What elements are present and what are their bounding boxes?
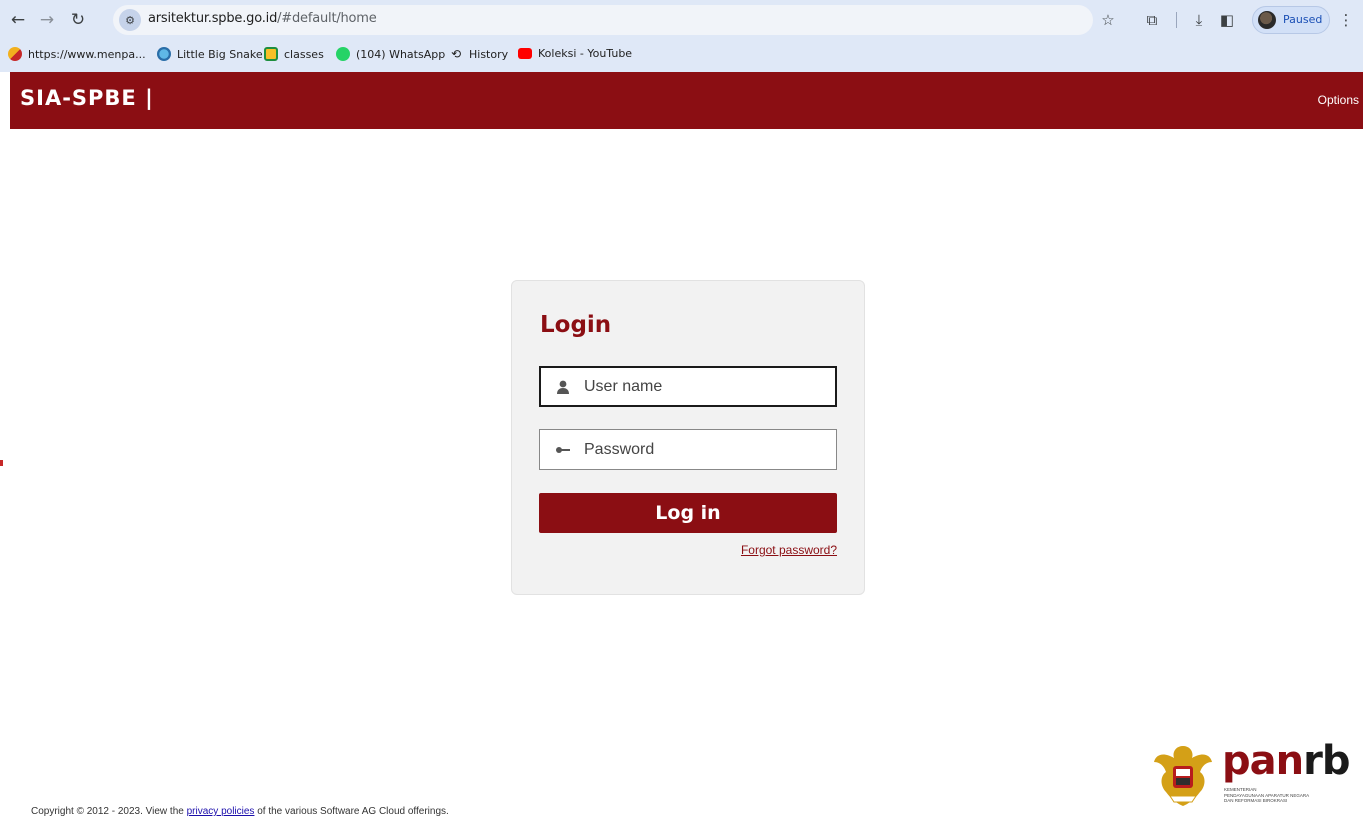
url-text[interactable]: arsitektur.spbe.go.id/#default/home bbox=[148, 11, 377, 26]
forgot-password-link[interactable]: Forgot password? bbox=[741, 543, 837, 557]
key-icon bbox=[556, 447, 570, 453]
footer-suffix: of the various Software AG Cloud offerin… bbox=[254, 806, 449, 817]
profile-status: Paused bbox=[1283, 13, 1323, 26]
login-title: Login bbox=[540, 312, 612, 338]
footer-prefix: Copyright © 2012 - 2023. View the bbox=[31, 806, 187, 817]
reload-icon[interactable]: ↻ bbox=[66, 8, 90, 32]
panrb-subtitle: KEMENTERIAN PENDAYAGUNAAN APARATUR NEGAR… bbox=[1224, 787, 1344, 804]
user-icon bbox=[557, 380, 569, 394]
bookmark-label: Koleksi - YouTube bbox=[538, 47, 633, 60]
username-field[interactable] bbox=[539, 366, 837, 407]
login-button[interactable]: Log in bbox=[539, 493, 837, 533]
site-info-icon[interactable]: ⚙ bbox=[119, 9, 141, 31]
extensions-icon[interactable]: ⧉ bbox=[1141, 9, 1163, 31]
bookmark-item[interactable]: classes bbox=[264, 47, 324, 61]
classroom-favicon-icon bbox=[264, 47, 278, 61]
snake-favicon-icon bbox=[157, 47, 171, 61]
download-icon[interactable]: ⤓ bbox=[1188, 9, 1210, 31]
bookmark-label: History bbox=[469, 47, 509, 61]
bookmarks-bar: https://www.menpa... Little Big Snake cl… bbox=[0, 41, 1363, 71]
more-menu-icon[interactable]: ⋮ bbox=[1335, 9, 1357, 31]
panrb-wordmark: panrb bbox=[1222, 738, 1350, 784]
bookmark-item[interactable]: Little Big Snake bbox=[157, 47, 263, 61]
options-menu[interactable]: Options bbox=[1318, 93, 1359, 107]
garuda-emblem-icon bbox=[1154, 746, 1212, 806]
panrb-word-pan: pan bbox=[1222, 738, 1304, 784]
password-input[interactable] bbox=[584, 430, 824, 469]
panrb-subtitle-line: DAN REFORMASI BIROKRASI bbox=[1224, 798, 1288, 803]
bookmark-label: Little Big Snake bbox=[177, 47, 263, 61]
url-path: /#default/home bbox=[277, 11, 377, 26]
username-input[interactable] bbox=[584, 367, 824, 406]
bookmark-label: (104) WhatsApp bbox=[356, 47, 446, 61]
history-icon: ⟲ bbox=[450, 47, 462, 61]
brand-logo[interactable]: SIA-SPBE | bbox=[20, 86, 154, 110]
copyright-footer: Copyright © 2012 - 2023. View the privac… bbox=[31, 806, 449, 817]
back-arrow-icon[interactable]: ← bbox=[6, 8, 30, 32]
bookmark-label: classes bbox=[284, 47, 324, 61]
bookmark-label: https://www.menpa... bbox=[28, 47, 146, 61]
avatar bbox=[1258, 11, 1276, 29]
login-card: Login Log in Forgot password? bbox=[511, 280, 865, 595]
menpan-favicon-icon bbox=[8, 47, 22, 61]
app-header: SIA-SPBE | Options bbox=[10, 72, 1363, 129]
whatsapp-favicon-icon bbox=[336, 47, 350, 61]
page-left-gutter bbox=[0, 72, 10, 823]
url-host: arsitektur.spbe.go.id bbox=[148, 11, 278, 26]
forward-arrow-icon[interactable]: → bbox=[35, 8, 59, 32]
bookmark-item[interactable]: https://www.menpa... bbox=[8, 47, 146, 61]
bookmark-item[interactable]: ⟲ History bbox=[449, 47, 508, 61]
privacy-policies-link[interactable]: privacy policies bbox=[187, 806, 255, 817]
toolbar-divider bbox=[1176, 12, 1177, 28]
bookmark-item[interactable]: (104) WhatsApp bbox=[336, 47, 445, 61]
youtube-favicon-icon bbox=[518, 48, 532, 59]
panrb-logo: panrb KEMENTERIAN PENDAYAGUNAAN APARATUR… bbox=[1150, 738, 1350, 810]
panrb-word-rb: rb bbox=[1303, 738, 1350, 784]
side-panel-icon[interactable]: ◧ bbox=[1216, 9, 1238, 31]
password-field[interactable] bbox=[539, 429, 837, 470]
bookmark-item[interactable]: Koleksi - YouTube bbox=[518, 47, 632, 60]
edge-marker bbox=[0, 460, 3, 466]
bookmark-star-icon[interactable]: ☆ bbox=[1097, 9, 1119, 31]
browser-toolbar: ← → ↻ ⚙ arsitektur.spbe.go.id/#default/h… bbox=[0, 0, 1363, 40]
